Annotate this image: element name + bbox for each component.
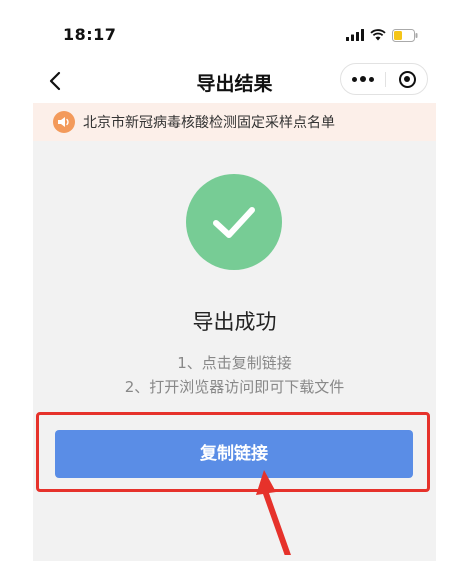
checkmark-icon [186,174,282,270]
status-icons [346,28,418,42]
wifi-icon [370,29,386,41]
speaker-icon [53,111,75,133]
step-2: 2、打开浏览器访问即可下载文件 [124,378,345,396]
nav-bar: 导出结果 [33,59,436,103]
signal-icon [346,29,364,41]
notice-bar[interactable]: 北京市新冠病毒核酸检测固定采样点名单 [33,103,436,141]
status-time: 18:17 [63,25,117,44]
status-bar: 18:17 [33,12,436,59]
battery-icon [392,28,418,42]
success-title: 导出成功 [192,310,277,334]
instruction-steps: 1、点击复制链接 2、打开浏览器访问即可下载文件 [33,351,436,399]
target-close-icon[interactable] [386,64,428,94]
mini-program-capsule [340,63,428,95]
annotation-arrow-icon [256,470,291,555]
more-dots-icon[interactable] [341,64,385,94]
notice-text: 北京市新冠病毒核酸检测固定采样点名单 [83,115,335,131]
annotation-highlight-box [36,412,430,492]
step-1: 1、点击复制链接 [177,354,292,372]
